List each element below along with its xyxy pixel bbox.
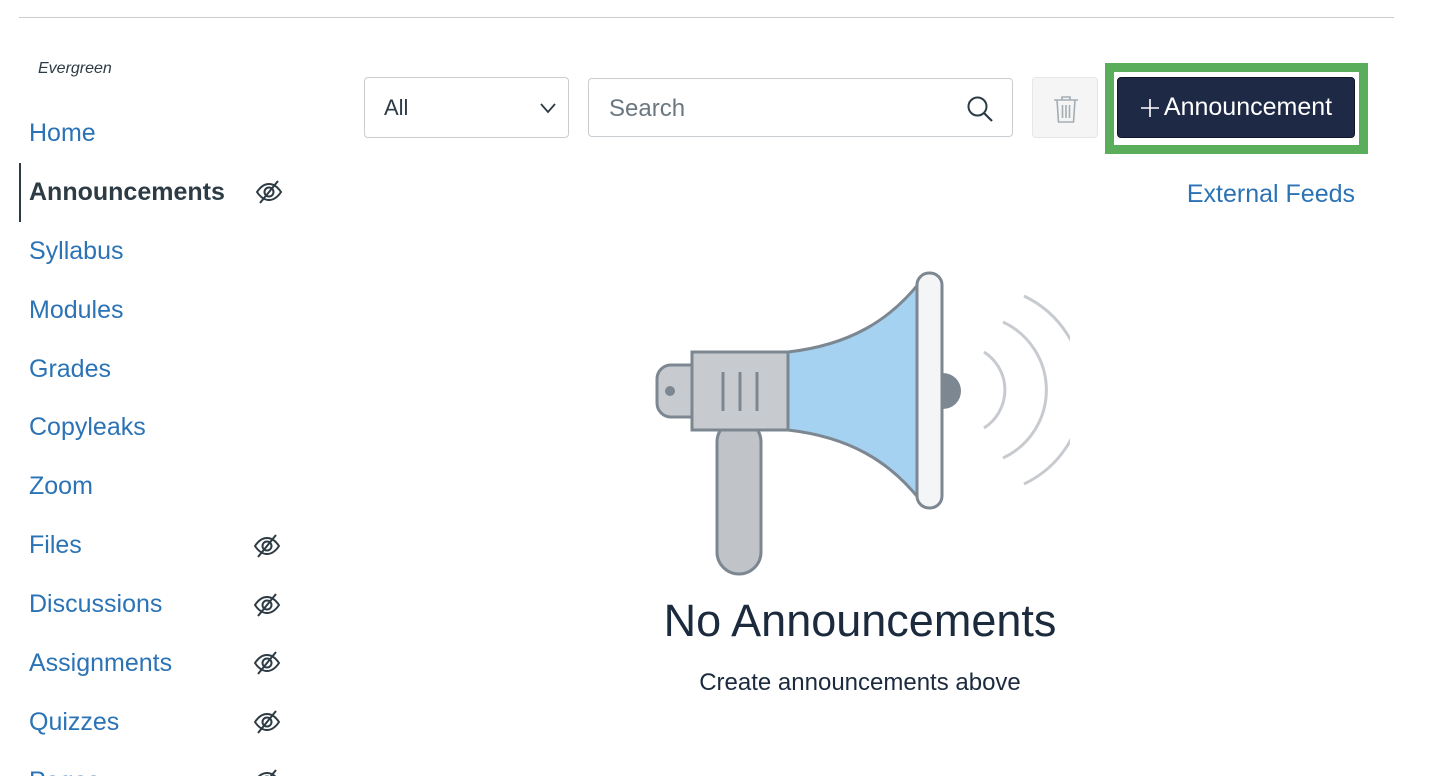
- hidden-eye-icon: [253, 651, 281, 676]
- sidebar-item-home[interactable]: Home: [19, 104, 309, 163]
- sidebar-item-label: Home: [29, 118, 96, 147]
- sidebar-item-syllabus[interactable]: Syllabus: [19, 222, 309, 281]
- sidebar-item-label: Copyleaks: [29, 413, 146, 442]
- empty-state-subtitle: Create announcements above: [699, 669, 1021, 696]
- course-navigation: Home Announcements Syllabus Modules Grad…: [19, 104, 309, 776]
- plus-icon: [1140, 98, 1159, 117]
- sidebar-item-zoom[interactable]: Zoom: [19, 457, 309, 516]
- sidebar-item-label: Zoom: [29, 472, 93, 501]
- course-name: Evergreen: [38, 60, 112, 77]
- sidebar-item-label: Announcements: [29, 177, 225, 206]
- filter-select[interactable]: All: [364, 77, 569, 138]
- delete-button[interactable]: [1032, 77, 1098, 138]
- hidden-eye-icon: [258, 769, 277, 776]
- page: Evergreen Home Announcements Syllabus Mo…: [0, 0, 1432, 776]
- add-announcement-button[interactable]: Announcement: [1117, 77, 1355, 138]
- search-field: [588, 78, 1013, 137]
- sidebar-item-label: Modules: [29, 295, 124, 324]
- add-announcement-label: Announcement: [1163, 93, 1333, 121]
- hidden-eye-icon: [255, 180, 283, 204]
- empty-state-title: No Announcements: [663, 595, 1057, 646]
- hidden-eye-icon: [253, 710, 281, 734]
- sidebar-item-label: Quizzes: [29, 707, 120, 736]
- chevron-down-icon: [540, 103, 556, 114]
- filter-select-value: All: [384, 94, 409, 120]
- sidebar-item-quizzes[interactable]: Quizzes: [19, 693, 309, 752]
- hidden-eye-icon: [253, 534, 281, 558]
- sidebar-item-copyleaks[interactable]: Copyleaks: [19, 398, 309, 457]
- sidebar-item-label: Grades: [29, 354, 111, 383]
- top-divider: [19, 17, 1394, 18]
- external-feeds-link[interactable]: External Feeds: [1187, 180, 1355, 209]
- sidebar-item-label: Assignments: [29, 648, 173, 677]
- sidebar-item-assignments[interactable]: Assignments: [19, 634, 309, 693]
- search-icon[interactable]: [966, 95, 994, 123]
- sidebar-item-modules[interactable]: Modules: [19, 281, 309, 340]
- sidebar-item-announcements[interactable]: Announcements: [19, 162, 309, 222]
- sidebar-item-files[interactable]: Files: [19, 516, 309, 575]
- trash-icon: [1054, 96, 1078, 123]
- sidebar-item-grades[interactable]: Grades: [19, 340, 309, 399]
- search-input[interactable]: [607, 93, 951, 125]
- hidden-eye-icon: [253, 592, 281, 617]
- sidebar-item-pages[interactable]: Pages: [19, 752, 309, 776]
- megaphone-illustration: [655, 271, 1070, 576]
- sidebar-item-label: Pages: [29, 767, 100, 776]
- sidebar-item-label: Files: [29, 531, 82, 560]
- sidebar-item-label: Discussions: [29, 590, 163, 619]
- sidebar-item-discussions[interactable]: Discussions: [19, 575, 309, 634]
- sidebar-item-label: Syllabus: [29, 236, 124, 265]
